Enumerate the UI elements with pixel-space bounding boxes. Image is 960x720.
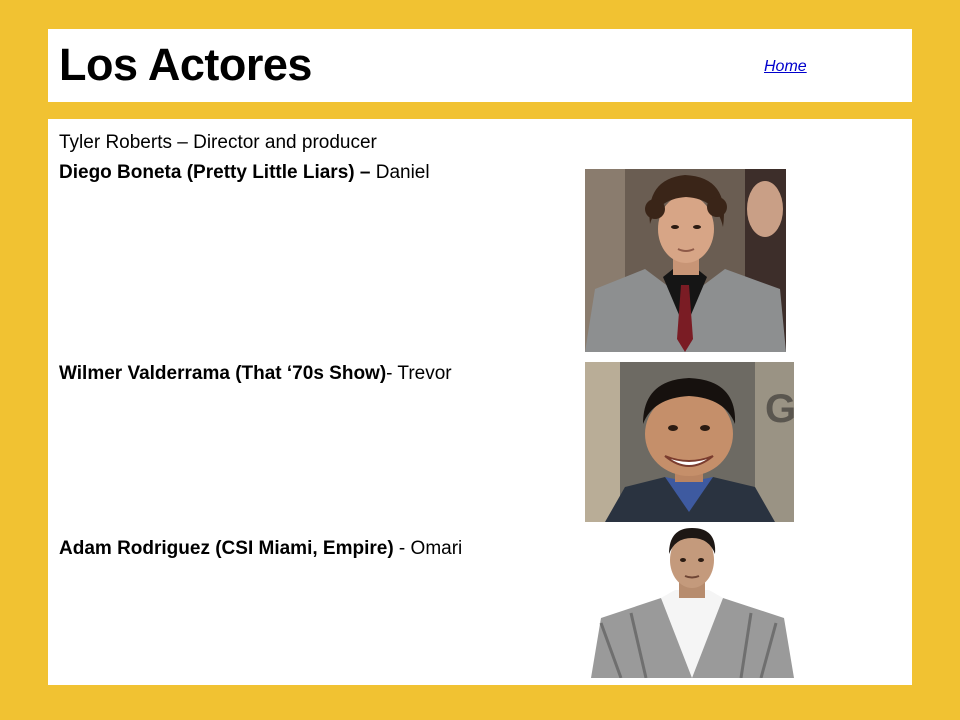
svg-text:G: G — [765, 387, 794, 431]
page-title: Los Actores — [59, 39, 312, 90]
actor-name-wilmer: Wilmer Valderrama (That ‘70s Show) — [59, 363, 387, 384]
adam-rodriguez-photo-image — [591, 528, 794, 678]
credit-adam-rodriguez: Adam Rodriguez (CSI Miami, Empire) - Oma… — [59, 538, 462, 560]
actor-name-adam: Adam Rodriguez (CSI Miami, Empire) — [59, 538, 394, 559]
role-daniel: Daniel — [370, 162, 430, 183]
diego-boneta-photo — [585, 169, 786, 352]
adam-rodriguez-photo — [591, 528, 794, 678]
home-link[interactable]: Home — [764, 58, 807, 76]
credit-director-text: Tyler Roberts – Director and producer — [59, 132, 377, 153]
role-omari: - Omari — [393, 538, 463, 559]
header-panel: Los Actores Home — [48, 29, 912, 102]
diego-boneta-photo-image — [585, 169, 786, 352]
credit-wilmer-valderrama: Wilmer Valderrama (That ‘70s Show)- Trev… — [59, 363, 452, 385]
role-trevor: - Trevor — [386, 363, 452, 384]
actor-name-diego: Diego Boneta (Pretty Little Liars) – — [59, 162, 371, 183]
wilmer-valderrama-photo-image: G — [585, 362, 794, 522]
credit-director: Tyler Roberts – Director and producer — [59, 132, 377, 154]
content-panel: Tyler Roberts – Director and producer Di… — [48, 119, 912, 685]
credit-diego-boneta: Diego Boneta (Pretty Little Liars) – Dan… — [59, 162, 430, 184]
wilmer-valderrama-photo: G — [585, 362, 794, 522]
